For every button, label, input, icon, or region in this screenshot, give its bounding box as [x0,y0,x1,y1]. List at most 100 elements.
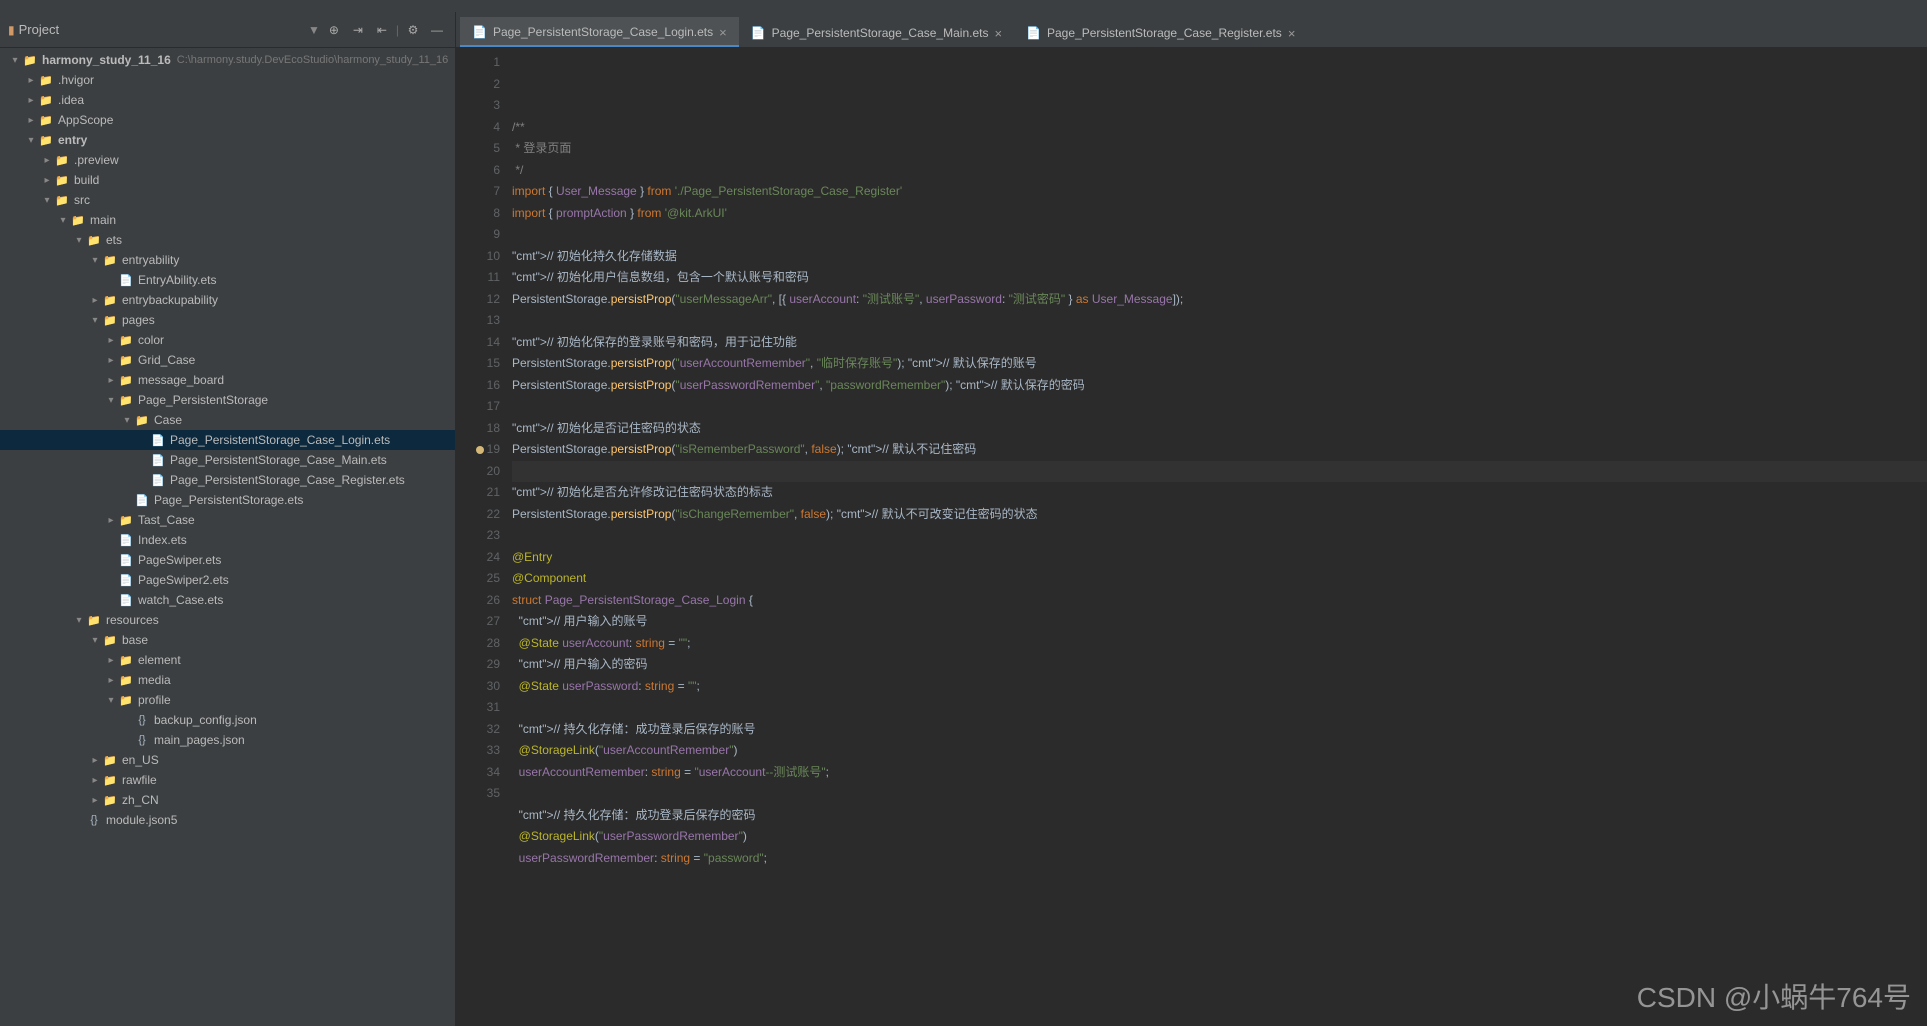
tree-item-profile[interactable]: profile [0,690,455,710]
tab-Page_PersistentStorage_Case_Register-ets[interactable]: 📄Page_PersistentStorage_Case_Register.et… [1014,17,1307,47]
tree-item--idea[interactable]: .idea [0,90,455,110]
tree-item-Page_PersistentStorage_Case_Main-ets[interactable]: Page_PersistentStorage_Case_Main.ets [0,450,455,470]
tree-item-element[interactable]: element [0,650,455,670]
minimize-icon[interactable]: — [427,20,447,40]
arrow-icon[interactable] [104,335,118,346]
code-line[interactable] [512,461,1927,483]
code-line[interactable] [512,310,1927,332]
arrow-icon[interactable] [88,255,102,266]
tree-item-EntryAbility-ets[interactable]: EntryAbility.ets [0,270,455,290]
tab-Page_PersistentStorage_Case_Main-ets[interactable]: 📄Page_PersistentStorage_Case_Main.ets× [739,17,1014,47]
tree-item-Index-ets[interactable]: Index.ets [0,530,455,550]
code-line[interactable]: "cmt">// 用户输入的密码 [512,654,1927,676]
close-icon[interactable]: × [994,26,1002,41]
arrow-icon[interactable] [8,55,22,66]
tree-item-Page_PersistentStorage_Case_Register-ets[interactable]: Page_PersistentStorage_Case_Register.ets [0,470,455,490]
code-line[interactable]: "cmt">// 初始化是否记住密码的状态 [512,418,1927,440]
arrow-icon[interactable] [40,175,54,186]
code-line[interactable]: "cmt">// 用户输入的账号 [512,611,1927,633]
code-line[interactable]: "cmt">// 初始化是否允许修改记住密码状态的标志 [512,482,1927,504]
code-line[interactable]: "cmt">// 初始化保存的登录账号和密码，用于记住功能 [512,332,1927,354]
tree-item-Tast_Case[interactable]: Tast_Case [0,510,455,530]
close-icon[interactable]: × [1288,26,1296,41]
code-line[interactable]: @StorageLink("userAccountRemember") [512,740,1927,762]
code-line[interactable]: /** [512,117,1927,139]
tree-item-main[interactable]: main [0,210,455,230]
arrow-icon[interactable] [88,755,102,766]
expand-icon[interactable]: ⇤ [372,20,392,40]
code-area[interactable]: /** * 登录页面 */import { User_Message } fro… [512,48,1927,1026]
code-line[interactable]: "cmt">// 初始化持久化存储数据 [512,246,1927,268]
tree-item-PageSwiper2-ets[interactable]: PageSwiper2.ets [0,570,455,590]
tree-item-watch_Case-ets[interactable]: watch_Case.ets [0,590,455,610]
arrow-icon[interactable] [24,135,38,146]
tree-item-PageSwiper-ets[interactable]: PageSwiper.ets [0,550,455,570]
arrow-icon[interactable] [104,675,118,686]
arrow-icon[interactable] [88,775,102,786]
code-line[interactable]: @Component [512,568,1927,590]
code-line[interactable]: PersistentStorage.persistProp("isRemembe… [512,439,1927,461]
code-line[interactable]: struct Page_PersistentStorage_Case_Login… [512,590,1927,612]
tree-item-Page_PersistentStorage[interactable]: Page_PersistentStorage [0,390,455,410]
code-line[interactable]: @StorageLink("userPasswordRemember") [512,826,1927,848]
arrow-icon[interactable] [104,375,118,386]
project-tree[interactable]: harmony_study_11_16C:\harmony.study.DevE… [0,48,455,1026]
tree-item-entrybackupability[interactable]: entrybackupability [0,290,455,310]
arrow-icon[interactable] [72,615,86,626]
tree-item--hvigor[interactable]: .hvigor [0,70,455,90]
code-line[interactable]: PersistentStorage.persistProp("userAccou… [512,353,1927,375]
arrow-icon[interactable] [24,115,38,126]
tree-item-pages[interactable]: pages [0,310,455,330]
code-line[interactable]: PersistentStorage.persistProp("isChangeR… [512,504,1927,526]
code-line[interactable]: import { promptAction } from '@kit.ArkUI… [512,203,1927,225]
arrow-icon[interactable] [104,695,118,706]
code-line[interactable]: PersistentStorage.persistProp("userPassw… [512,375,1927,397]
code-line[interactable]: */ [512,160,1927,182]
tree-item-AppScope[interactable]: AppScope [0,110,455,130]
tree-item-media[interactable]: media [0,670,455,690]
tree-item-backup_config-json[interactable]: backup_config.json [0,710,455,730]
tree-item-Page_PersistentStorage-ets[interactable]: Page_PersistentStorage.ets [0,490,455,510]
code-line[interactable]: userPasswordRemember: string = "password… [512,848,1927,870]
arrow-icon[interactable] [88,295,102,306]
tree-item-message_board[interactable]: message_board [0,370,455,390]
arrow-icon[interactable] [104,515,118,526]
dropdown-icon[interactable]: ▼ [308,23,320,37]
tree-item-Grid_Case[interactable]: Grid_Case [0,350,455,370]
tree-item--preview[interactable]: .preview [0,150,455,170]
arrow-icon[interactable] [40,155,54,166]
tree-item-harmony_study_11_16[interactable]: harmony_study_11_16C:\harmony.study.DevE… [0,50,455,70]
tree-item-entry[interactable]: entry [0,130,455,150]
arrow-icon[interactable] [88,635,102,646]
tree-item-ets[interactable]: ets [0,230,455,250]
collapse-icon[interactable]: ⇥ [348,20,368,40]
gear-icon[interactable]: ⚙ [403,20,423,40]
arrow-icon[interactable] [104,395,118,406]
code-line[interactable]: * 登录页面 [512,138,1927,160]
arrow-icon[interactable] [40,195,54,206]
code-line[interactable] [512,783,1927,805]
code-line[interactable]: PersistentStorage.persistProp("userMessa… [512,289,1927,311]
project-label[interactable]: Project [19,22,59,37]
tree-item-src[interactable]: src [0,190,455,210]
code-editor[interactable]: 1234567891011121314151617181920212223242… [456,48,1927,1026]
code-line[interactable]: @State userPassword: string = ""; [512,676,1927,698]
arrow-icon[interactable] [104,655,118,666]
arrow-icon[interactable] [120,415,134,426]
tree-item-module-json5[interactable]: module.json5 [0,810,455,830]
code-line[interactable]: import { User_Message } from './Page_Per… [512,181,1927,203]
code-line[interactable] [512,525,1927,547]
code-line[interactable]: "cmt">// 初始化用户信息数组，包含一个默认账号和密码 [512,267,1927,289]
arrow-icon[interactable] [24,75,38,86]
code-line[interactable]: "cmt">// 持久化存储：成功登录后保存的密码 [512,805,1927,827]
tree-item-main_pages-json[interactable]: main_pages.json [0,730,455,750]
code-line[interactable]: @Entry [512,547,1927,569]
target-icon[interactable]: ⊕ [324,20,344,40]
code-line[interactable]: @State userAccount: string = ""; [512,633,1927,655]
code-line[interactable] [512,697,1927,719]
code-line[interactable] [512,224,1927,246]
tree-item-base[interactable]: base [0,630,455,650]
code-line[interactable]: "cmt">// 持久化存储：成功登录后保存的账号 [512,719,1927,741]
arrow-icon[interactable] [56,215,70,226]
arrow-icon[interactable] [104,355,118,366]
